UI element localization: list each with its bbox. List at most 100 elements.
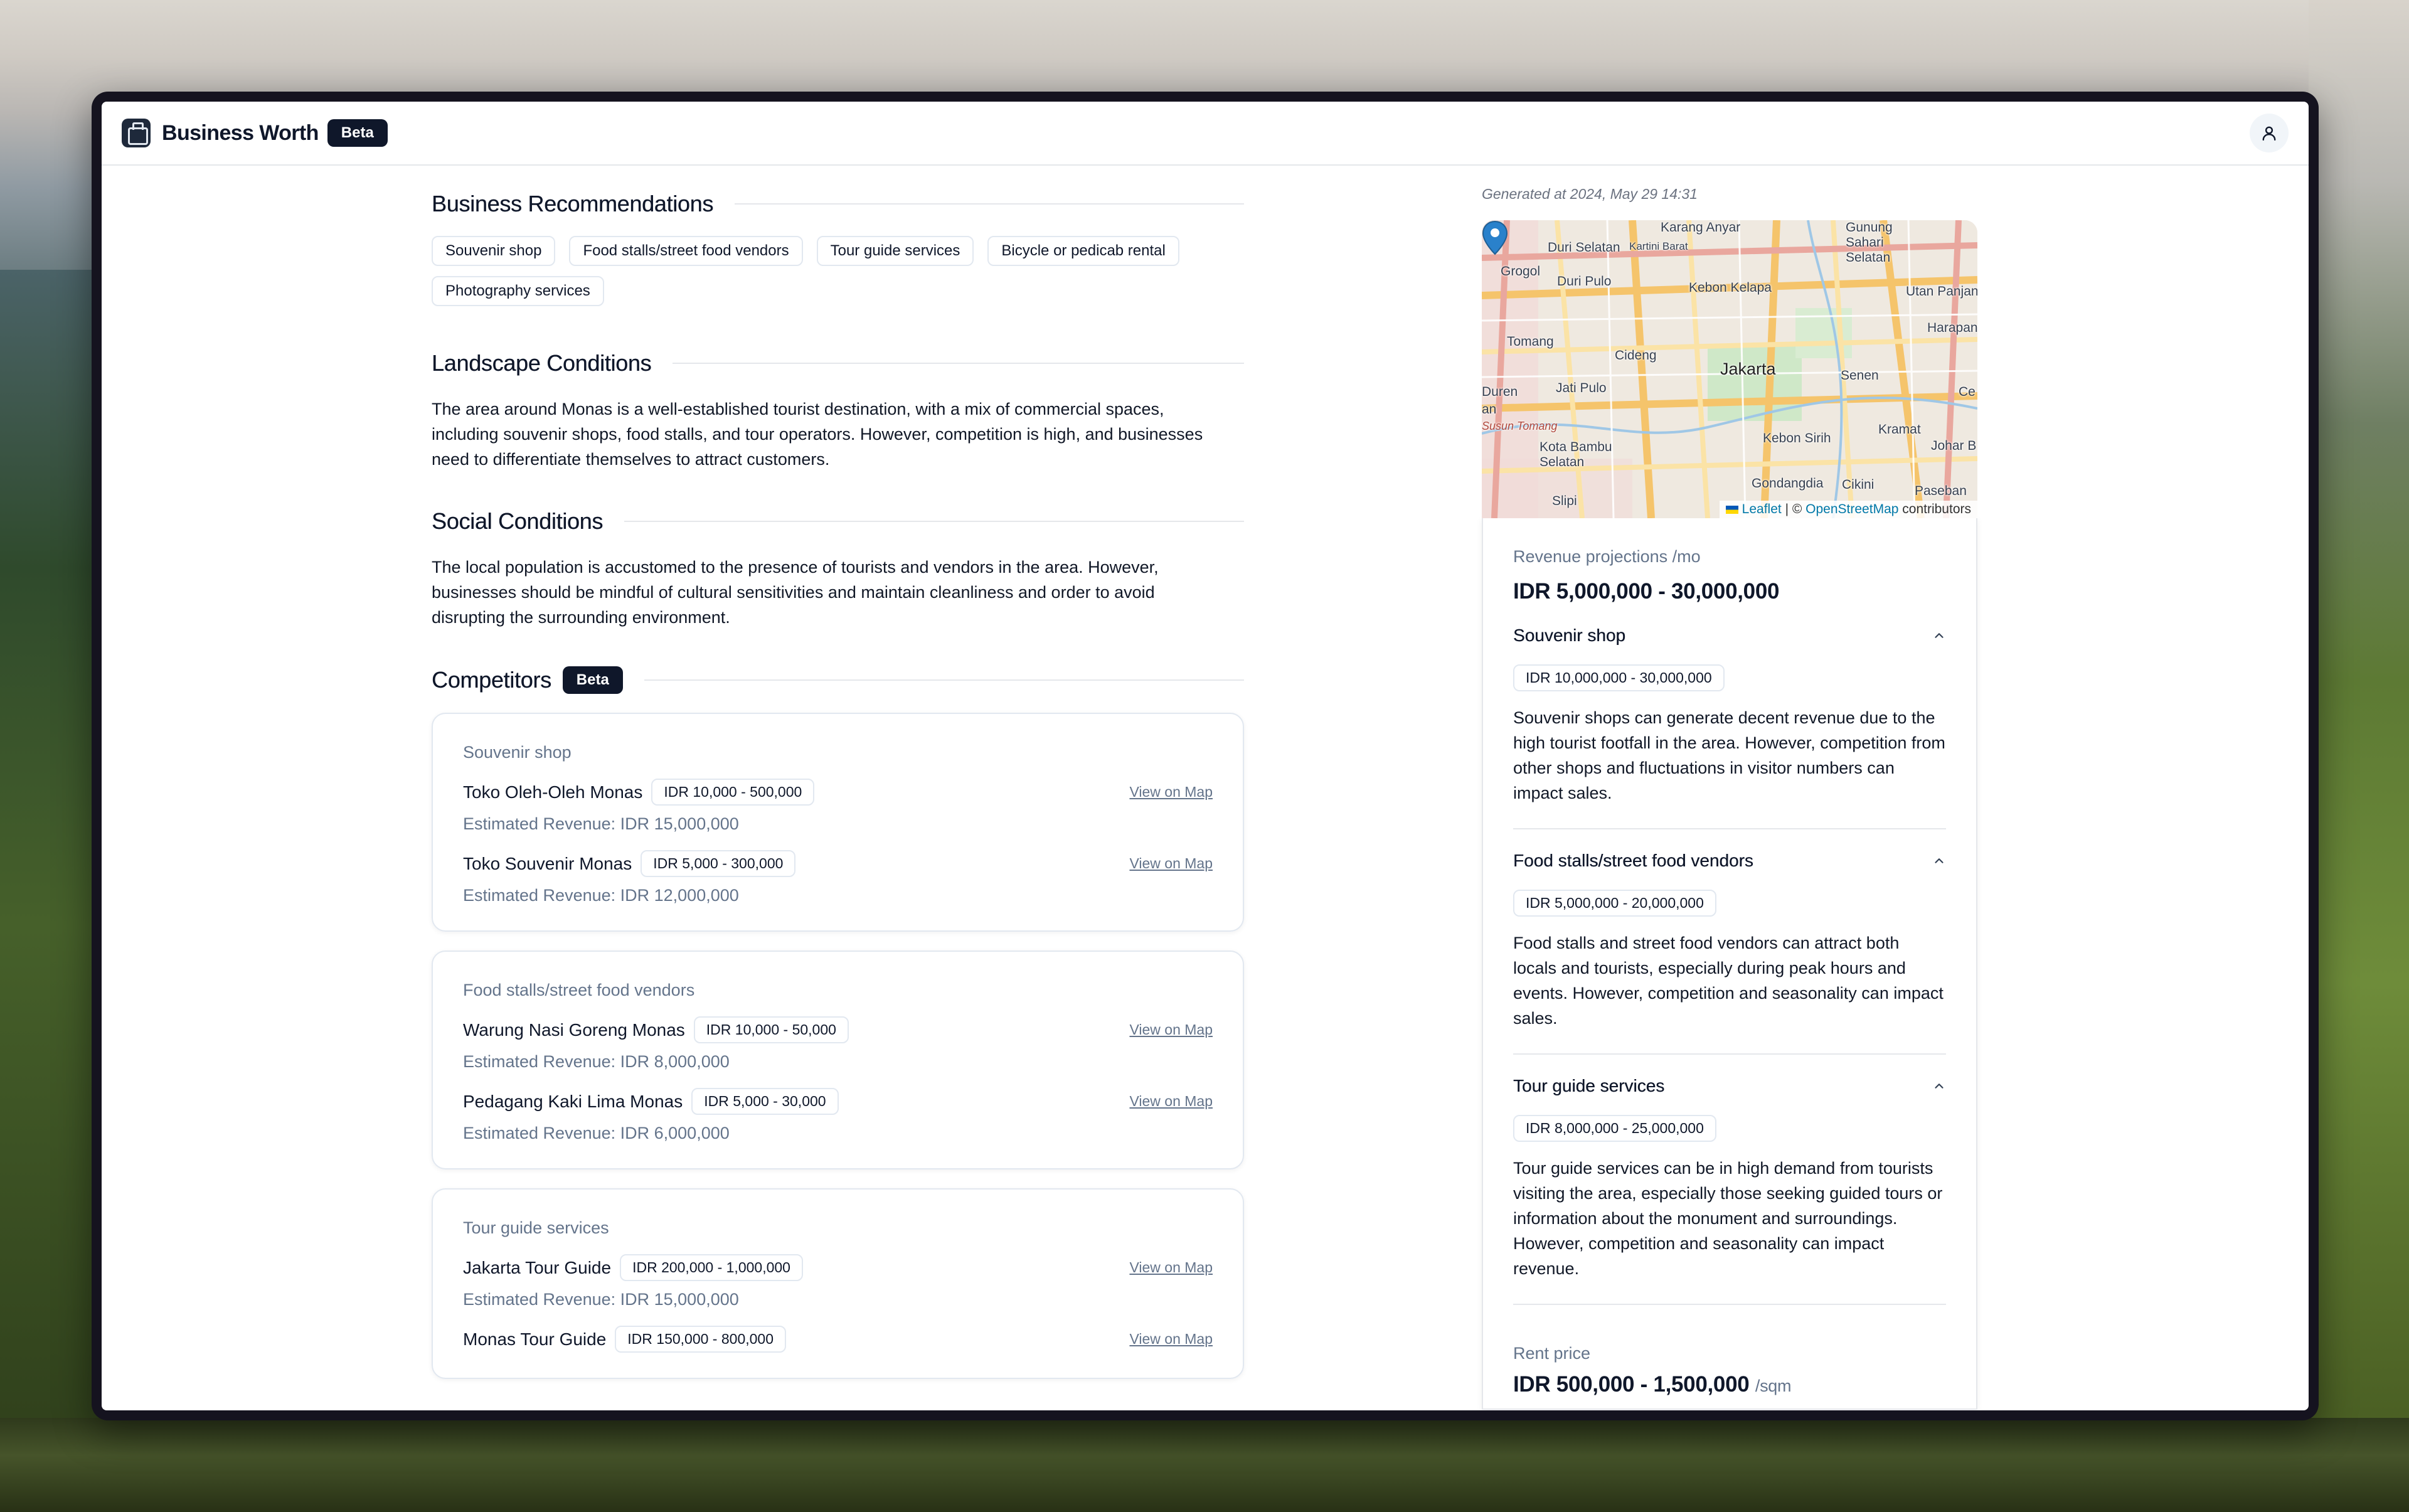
accordion-header[interactable]: Tour guide services (1513, 1076, 1946, 1096)
map-place-label: Gunung Sahari Selatan (1846, 220, 1893, 265)
background-bottom (0, 1418, 2409, 1512)
estimated-revenue: Estimated Revenue: IDR 6,000,000 (463, 1124, 730, 1142)
section-title: Business Recommendations (432, 191, 714, 216)
chevron-up-icon (1935, 1083, 1944, 1089)
competitor-item: Toko Souvenir Monas IDR 5,000 - 300,000 … (463, 850, 1213, 905)
projection-panel: Revenue projections /mo IDR 5,000,000 - … (1482, 518, 1977, 1410)
recommendation-chip: Food stalls/street food vendors (569, 236, 803, 266)
price-range-badge: IDR 5,000 - 300,000 (641, 850, 796, 877)
chevron-up-icon (1935, 858, 1944, 863)
map-place-label: Kebon Sirih (1763, 431, 1831, 445)
background-hill-right (2309, 0, 2409, 1512)
divider (624, 521, 1244, 522)
openstreetmap-link[interactable]: OpenStreetMap (1805, 502, 1898, 516)
accordion-title: Tour guide services (1513, 1076, 1665, 1095)
map-place-label: Kota Bambu Selatan (1540, 440, 1612, 469)
recommendation-chip: Tour guide services (816, 236, 974, 266)
browser-window: Business Worth Beta Business Recommendat… (92, 92, 2319, 1420)
map-place-label: Susun Tomang (1482, 420, 1558, 432)
beta-badge: Beta (562, 666, 623, 694)
accordion-title: Food stalls/street food vendors (1513, 851, 1753, 870)
competitor-card: Souvenir shop Toko Oleh-Oleh Monas IDR 1… (432, 713, 1244, 932)
section-title: Landscape Conditions (432, 350, 652, 376)
app-root: Business Worth Beta Business Recommendat… (102, 102, 2309, 1410)
projection-description: Tour guide services can be in high deman… (1513, 1159, 1943, 1278)
section-title: Social Conditions (432, 508, 604, 534)
map-place-label: Karang Anyar (1661, 220, 1741, 235)
estimated-revenue: Estimated Revenue: IDR 15,000,000 (463, 814, 739, 833)
accordion-header[interactable]: Food stalls/street food vendors (1513, 851, 1946, 871)
rent-unit: /sqm (1755, 1376, 1792, 1395)
recommendations-header: Business Recommendations (432, 191, 1244, 217)
competitor-name: Jakarta Tour Guide (463, 1257, 612, 1277)
map-marker-icon[interactable] (1482, 220, 1508, 255)
competitor-category: Tour guide services (463, 1218, 609, 1237)
landscape-text: The area around Monas is a well-establis… (432, 400, 1203, 469)
view-on-map-link[interactable]: View on Map (1129, 1093, 1213, 1110)
map-place-label: Kramat (1878, 422, 1921, 437)
price-range-badge: IDR 5,000 - 30,000 (691, 1088, 839, 1115)
projection-description: Souvenir shops can generate decent reven… (1513, 708, 1945, 802)
map-place-label: Jakarta (1720, 359, 1776, 378)
revenue-range-badge: IDR 5,000,000 - 20,000,000 (1513, 890, 1716, 917)
report-column: Generated at 2024, May 29 14:31 Grogol D… (1482, 166, 1977, 1410)
accordion-title: Souvenir shop (1513, 626, 1626, 645)
map-place-label: Duri Pulo (1557, 274, 1612, 289)
app-title[interactable]: Business Worth (162, 121, 319, 146)
competitor-category: Food stalls/street food vendors (463, 981, 695, 999)
competitor-item: Warung Nasi Goreng Monas IDR 10,000 - 50… (463, 1016, 1213, 1072)
map-place-label: an (1482, 402, 1497, 417)
projection-accordion: Food stalls/street food vendors IDR 5,00… (1513, 829, 1946, 1055)
view-on-map-link[interactable]: View on Map (1129, 1259, 1213, 1276)
competitor-name: Toko Oleh-Oleh Monas (463, 782, 643, 802)
user-menu-button[interactable] (2250, 114, 2289, 152)
competitor-item: Monas Tour Guide IDR 150,000 - 800,000 V… (463, 1326, 1213, 1353)
map-place-label: Cideng (1615, 348, 1657, 363)
map-place-label: Ce (1959, 385, 1976, 399)
section-title: Competitors (432, 667, 551, 693)
map-place-label: Utan Panjang (1906, 284, 1977, 299)
attribution-suffix: contributors (1898, 502, 1971, 516)
competitor-item: Toko Oleh-Oleh Monas IDR 10,000 - 500,00… (463, 779, 1213, 834)
competitor-item: Jakarta Tour Guide IDR 200,000 - 1,000,0… (463, 1254, 1213, 1309)
rent-value: IDR 500,000 - 1,500,000 /sqm (1513, 1372, 1946, 1397)
recommendation-chip: Souvenir shop (432, 236, 556, 266)
view-on-map-link[interactable]: View on Map (1129, 1021, 1213, 1038)
accordion-header[interactable]: Souvenir shop (1513, 626, 1946, 646)
estimated-revenue: Estimated Revenue: IDR 15,000,000 (463, 1290, 739, 1309)
revenue-label: Revenue projections /mo (1513, 547, 1701, 566)
competitor-name: Toko Souvenir Monas (463, 853, 632, 873)
map-place-label: Duren (1482, 385, 1518, 399)
competitor-item: Pedagang Kaki Lima Monas IDR 5,000 - 30,… (463, 1088, 1213, 1143)
map-place-label: Cikini (1842, 477, 1875, 492)
revenue-value: IDR 5,000,000 - 30,000,000 (1513, 579, 1780, 604)
social-text: The local population is accustomed to th… (432, 558, 1159, 627)
competitor-name: Monas Tour Guide (463, 1329, 607, 1349)
map-place-label: Senen (1841, 368, 1879, 383)
user-icon (2262, 126, 2276, 141)
revenue-range-badge: IDR 10,000,000 - 30,000,000 (1513, 664, 1725, 691)
competitor-name: Warung Nasi Goreng Monas (463, 1020, 685, 1040)
view-on-map-link[interactable]: View on Map (1129, 784, 1213, 801)
location-map[interactable]: Grogol Duri Selatan Kartini Barat Karang… (1482, 220, 1977, 518)
view-on-map-link[interactable]: View on Map (1129, 1331, 1213, 1348)
beta-badge: Beta (327, 119, 388, 147)
competitor-card: Food stalls/street food vendors Warung N… (432, 950, 1244, 1169)
price-range-badge: IDR 150,000 - 800,000 (615, 1326, 786, 1353)
chevron-up-icon (1935, 633, 1944, 638)
top-bar: Business Worth Beta (102, 102, 2309, 166)
revenue-range-badge: IDR 8,000,000 - 25,000,000 (1513, 1115, 1716, 1142)
map-place-label: Gondangdia (1752, 476, 1824, 491)
rent-label: Rent price (1513, 1344, 1591, 1363)
attribution-separator: | © (1781, 502, 1806, 516)
map-attribution: Leaflet | © OpenStreetMap contributors (1719, 501, 1977, 518)
map-place-label: Kebon Kelapa (1689, 280, 1772, 295)
estimated-revenue: Estimated Revenue: IDR 8,000,000 (463, 1052, 730, 1071)
map-place-label: Duri Selatan (1548, 240, 1620, 255)
view-on-map-link[interactable]: View on Map (1129, 855, 1213, 872)
map-place-label: Slipi (1552, 494, 1577, 508)
map-place-label: Grogol (1501, 264, 1541, 279)
briefcase-logo-icon[interactable] (122, 119, 151, 147)
competitor-name: Pedagang Kaki Lima Monas (463, 1091, 683, 1111)
leaflet-link[interactable]: Leaflet (1742, 502, 1782, 516)
